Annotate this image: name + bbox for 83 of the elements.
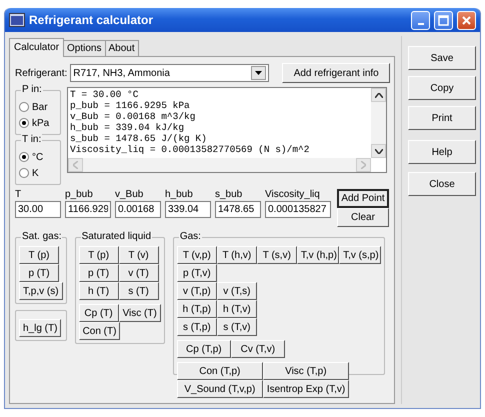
tab[interactable]: Calculator xyxy=(9,38,64,57)
calc-button[interactable]: s (T,p) xyxy=(176,318,217,336)
minimize-button[interactable] xyxy=(411,10,430,30)
close-button[interactable] xyxy=(457,10,476,30)
calc-button[interactable]: p (T) xyxy=(19,264,59,282)
tab[interactable]: About xyxy=(104,40,139,56)
calc-button[interactable]: Cv (T,v) xyxy=(230,340,285,358)
calc-button[interactable]: h (T,p) xyxy=(176,300,217,318)
value-field[interactable]: 30.00 xyxy=(15,201,61,218)
field-label: h_bub xyxy=(165,189,194,200)
calc-button[interactable]: h (T,v) xyxy=(216,300,257,318)
calc-button[interactable]: T,v (s,p) xyxy=(339,246,381,264)
tab[interactable]: Options xyxy=(63,40,106,56)
calc-button[interactable]: T,p,v (s) xyxy=(19,282,63,300)
value-field[interactable]: 0.00168 xyxy=(115,201,161,218)
calc-button[interactable]: T (v) xyxy=(118,246,159,264)
group-title: Gas: xyxy=(178,231,202,242)
output-line: h_bub = 339.04 kJ/kg xyxy=(70,122,186,133)
field-label: Viscosity_liq xyxy=(265,189,321,200)
horizontal-scrollbar[interactable] xyxy=(68,158,371,172)
calc-button[interactable]: T (v,p) xyxy=(176,246,217,264)
calc-button[interactable]: v (T) xyxy=(118,264,159,282)
add-info-button[interactable]: Add refrigerant info xyxy=(282,63,390,83)
minimize-icon xyxy=(418,22,424,24)
output-line: s_bub = 1478.65 J/(kg K) xyxy=(70,133,208,144)
group-title: T in: xyxy=(21,134,42,145)
calc-button[interactable]: s (T) xyxy=(118,282,159,300)
caret-icon xyxy=(255,71,262,75)
calc-button[interactable]: T (s,v) xyxy=(256,246,297,264)
calc-button[interactable]: Cp (T) xyxy=(78,304,119,322)
calc-button[interactable]: Con (T) xyxy=(78,322,120,340)
output-line: p_bub = 1166.9295 kPa xyxy=(70,100,191,111)
field-label: s_bub xyxy=(215,189,244,200)
side-button[interactable]: Print xyxy=(408,106,476,130)
output-line: T = 30.00 °C xyxy=(70,89,140,100)
calc-button[interactable]: Visc (T) xyxy=(118,304,161,322)
radio-option[interactable]: K xyxy=(19,165,57,181)
output-line: v_Bub = 0.00168 m^3/kg xyxy=(70,111,196,122)
calc-button[interactable]: Cp (T,p) xyxy=(176,340,231,358)
output-textbox[interactable]: T = 30.00 °C p_bub = 1166.9295 kPa v_Bub = 0.00168 m^3/kg h_bub = 339.04 kJ/kg s_bub = 1478.65 J/(kg K) Viscosity_liq = 0.00013582770569 (N s)/m^2 xyxy=(67,87,387,173)
close-icon xyxy=(461,14,472,26)
calc-button[interactable]: Isentrop Exp (T,v) xyxy=(262,380,350,398)
field-label: p_bub xyxy=(65,189,94,200)
field-label: Refrigerant: xyxy=(15,68,68,78)
value-field[interactable]: 339.04 xyxy=(165,201,211,218)
point-button[interactable]: Clear xyxy=(337,208,389,227)
side-button[interactable]: Help xyxy=(408,140,476,164)
calc-button[interactable]: Visc (T,p) xyxy=(262,362,349,380)
group-title: P in: xyxy=(21,84,43,95)
field-label: T xyxy=(15,189,22,200)
calc-button[interactable]: h_lg (T) xyxy=(19,319,62,337)
refrigerant-dropdown[interactable]: R717, NH3, Ammonia xyxy=(70,64,270,82)
calc-button[interactable]: p (T,v) xyxy=(176,264,217,282)
app-icon xyxy=(9,13,25,27)
side-button[interactable]: Copy xyxy=(408,76,476,100)
calc-button[interactable]: s (T,v) xyxy=(216,318,257,336)
value-field[interactable]: 0.000135827 xyxy=(265,201,331,218)
calc-button[interactable]: T,v (h,p) xyxy=(296,246,340,264)
maximize-button[interactable] xyxy=(434,10,453,30)
output-line: Viscosity_liq = 0.00013582770569 (N s)/m^2 xyxy=(70,144,310,155)
calc-button[interactable]: h (T) xyxy=(78,282,119,300)
maximize-icon xyxy=(438,14,449,26)
radio-option[interactable]: °C xyxy=(19,149,57,165)
calc-button[interactable]: T (p) xyxy=(19,246,59,264)
radio-option[interactable]: Bar xyxy=(19,99,57,115)
window-title: Refrigerant calculator xyxy=(29,13,154,27)
calc-button[interactable]: T (p) xyxy=(78,246,119,264)
calc-button[interactable]: v (T,s) xyxy=(216,282,257,300)
field-label: v_Bub xyxy=(115,189,144,200)
value-field[interactable]: 1478.65 xyxy=(215,201,261,218)
group-title: Sat. gas: xyxy=(21,231,62,242)
calc-button[interactable]: Con (T,p) xyxy=(176,362,263,380)
calc-button[interactable]: V_Sound (T,v,p) xyxy=(176,380,263,398)
side-button[interactable]: Close xyxy=(408,172,476,196)
side-button[interactable]: Save xyxy=(408,46,476,70)
calc-button[interactable]: v (T,p) xyxy=(176,282,217,300)
group-title: Saturated liquid xyxy=(80,231,152,242)
calc-button[interactable]: T (h,v) xyxy=(216,246,257,264)
radio-option[interactable]: kPa xyxy=(19,115,57,131)
dropdown-value: R717, NH3, Ammonia xyxy=(73,68,170,78)
vertical-scrollbar[interactable] xyxy=(371,88,386,158)
calc-button[interactable]: p (T) xyxy=(78,264,119,282)
point-button[interactable]: Add Point xyxy=(337,189,389,208)
